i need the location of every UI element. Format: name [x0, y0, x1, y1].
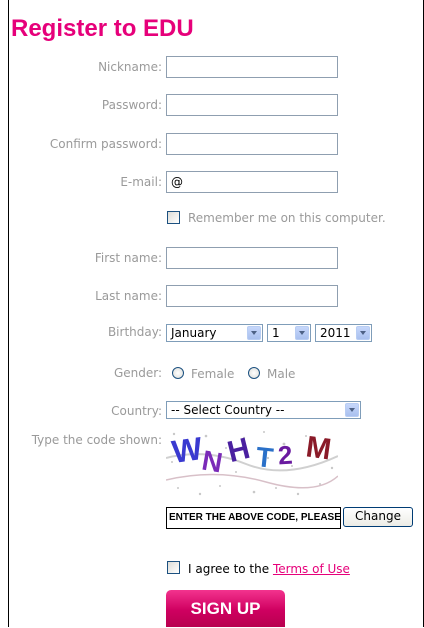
country-label: Country: — [111, 404, 162, 418]
gender-male-label: Male — [267, 367, 296, 381]
gender-label: Gender: — [113, 366, 162, 380]
change-captcha-button[interactable]: Change — [343, 507, 413, 527]
sign-up-button[interactable]: SIGN UP — [166, 590, 285, 627]
country-value: -- Select Country -- — [171, 403, 285, 417]
birthday-day-value: 1 — [272, 326, 280, 340]
password-label: Password: — [101, 98, 162, 112]
birthday-year-select[interactable]: 2011 — [315, 324, 372, 342]
page-title: Register to EDU — [11, 15, 194, 42]
nickname-input[interactable] — [166, 56, 338, 78]
email-label: E-mail: — [120, 175, 162, 189]
birthday-day-select[interactable]: 1 — [267, 324, 311, 342]
first-name-input[interactable] — [166, 247, 338, 269]
captcha-char: T — [254, 441, 275, 474]
captcha-char: M — [303, 430, 334, 467]
confirm-password-input[interactable] — [166, 133, 338, 155]
chevron-down-icon — [356, 326, 370, 340]
birthday-label: Birthday: — [107, 325, 162, 339]
nickname-label: Nickname: — [98, 60, 162, 74]
country-select[interactable]: -- Select Country -- — [166, 401, 361, 419]
birthday-month-select[interactable]: January — [166, 324, 263, 342]
chevron-down-icon — [295, 326, 309, 340]
gender-female-label: Female — [191, 367, 235, 381]
remember-label: Remember me on this computer. — [188, 211, 386, 225]
captcha-char: 2 — [276, 439, 294, 471]
captcha-noise-line — [166, 473, 338, 489]
confirm-password-label: Confirm password: — [49, 137, 162, 151]
gender-male-radio[interactable] — [248, 367, 260, 379]
chevron-down-icon — [247, 326, 261, 340]
agree-label: I agree to the Terms of Use — [188, 561, 350, 577]
birthday-year-value: 2011 — [320, 326, 351, 340]
captcha-input[interactable]: ENTER THE ABOVE CODE, PLEASE — [166, 507, 341, 529]
terms-of-use-link[interactable]: Terms of Use — [273, 562, 350, 576]
remember-checkbox[interactable] — [167, 211, 180, 224]
last-name-label: Last name: — [95, 289, 162, 303]
first-name-label: First name: — [94, 251, 162, 265]
chevron-down-icon — [345, 403, 359, 417]
password-input[interactable] — [166, 94, 338, 116]
birthday-month-value: January — [171, 326, 217, 340]
agree-prefix: I agree to the — [188, 562, 273, 576]
gender-female-radio[interactable] — [172, 367, 184, 379]
captcha-char: W — [169, 430, 205, 470]
captcha-label: Type the code shown: — [31, 433, 162, 447]
email-input[interactable] — [166, 171, 338, 193]
last-name-input[interactable] — [166, 285, 338, 307]
captcha-image: W N H T 2 M — [166, 428, 338, 500]
agree-checkbox[interactable] — [167, 561, 180, 574]
